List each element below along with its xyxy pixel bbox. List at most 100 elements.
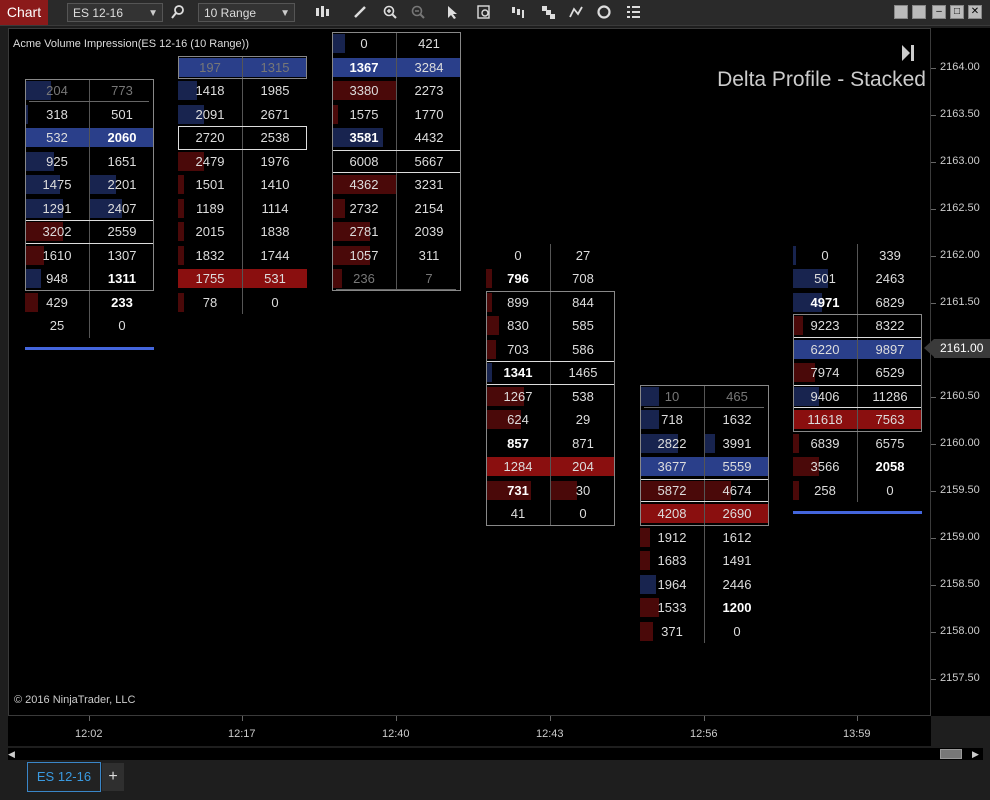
time-tick-label: 12:56 bbox=[690, 728, 718, 740]
ask-volume: 339 bbox=[879, 247, 901, 263]
bid-cell: 1832 bbox=[178, 244, 242, 267]
search-icon[interactable] bbox=[168, 2, 188, 22]
ask-cell: 0 bbox=[243, 291, 307, 314]
close-button[interactable]: ✕ bbox=[968, 5, 982, 19]
point-of-control-box bbox=[178, 126, 307, 150]
window-option-button[interactable] bbox=[912, 5, 926, 19]
bid-volume: 2091 bbox=[195, 106, 225, 122]
bid-cell: 2015 bbox=[178, 220, 242, 243]
refresh-icon[interactable] bbox=[594, 2, 614, 22]
chart-menu-button[interactable]: Chart bbox=[0, 0, 48, 25]
ask-cell: 0 bbox=[858, 479, 922, 502]
price-tick-mark bbox=[931, 114, 936, 116]
scroll-right-arrow-icon[interactable]: ▶ bbox=[972, 748, 982, 760]
price-tick-mark bbox=[931, 537, 936, 539]
price-tick-label: 2163.00 bbox=[940, 154, 980, 167]
bid-volume: 501 bbox=[814, 271, 836, 287]
ask-cell: 1114 bbox=[243, 197, 307, 220]
time-tick-label: 12:40 bbox=[382, 728, 410, 740]
ask-cell: 339 bbox=[858, 244, 922, 267]
bid-volume: 2015 bbox=[195, 224, 225, 240]
bid-cell: 1501 bbox=[178, 173, 242, 196]
price-tick-label: 2157.50 bbox=[940, 671, 980, 684]
ask-volume: 0 bbox=[733, 623, 741, 639]
time-tick-mark bbox=[242, 716, 243, 721]
price-tick-mark bbox=[931, 302, 936, 304]
properties-list-icon[interactable] bbox=[623, 2, 643, 22]
draw-pencil-icon[interactable] bbox=[350, 2, 370, 22]
bid-volume: 0 bbox=[821, 247, 829, 263]
bar-style-icon[interactable] bbox=[312, 2, 332, 22]
ask-cell: 0 bbox=[90, 314, 154, 337]
ask-volume: 6575 bbox=[875, 435, 905, 451]
copyright-text: © 2016 NinjaTrader, LLC bbox=[14, 694, 136, 706]
price-tick-mark bbox=[931, 396, 936, 398]
bid-cell: 1912 bbox=[640, 526, 704, 549]
ask-volume: 2671 bbox=[260, 106, 290, 122]
ask-cell: 6575 bbox=[858, 432, 922, 455]
ask-cell: 6829 bbox=[858, 291, 922, 314]
ask-cell: 1491 bbox=[705, 549, 769, 572]
instrument-selector[interactable]: ES 12-16 ▼ bbox=[67, 3, 163, 22]
bid-cell: 3566 bbox=[793, 455, 857, 478]
zoom-in-icon[interactable] bbox=[380, 2, 400, 22]
zoom-out-icon[interactable] bbox=[408, 2, 428, 22]
ask-cell: 2463 bbox=[858, 267, 922, 290]
bid-cell: 1189 bbox=[178, 197, 242, 220]
pointer-icon[interactable] bbox=[442, 2, 462, 22]
price-tick-mark bbox=[931, 443, 936, 445]
maximize-button[interactable]: □ bbox=[950, 5, 964, 19]
ask-cell: 708 bbox=[551, 267, 615, 290]
price-tick-label: 2158.00 bbox=[940, 624, 980, 637]
stairs-icon[interactable] bbox=[538, 2, 558, 22]
window-option-button[interactable] bbox=[894, 5, 908, 19]
bid-cell: 429 bbox=[25, 291, 89, 314]
price-axis[interactable] bbox=[931, 28, 990, 716]
instrument-value: ES 12-16 bbox=[73, 6, 124, 20]
interval-selector[interactable]: 10 Range ▼ bbox=[198, 3, 295, 22]
ask-cell: 2446 bbox=[705, 573, 769, 596]
ask-volume: 27 bbox=[575, 247, 591, 263]
bar-underline bbox=[793, 511, 922, 515]
bid-volume: 1189 bbox=[196, 200, 224, 216]
scroll-left-arrow-icon[interactable]: ◀ bbox=[8, 748, 18, 760]
bid-cell: 2091 bbox=[178, 103, 242, 126]
interval-value: 10 Range bbox=[204, 6, 257, 20]
ask-cell: 531 bbox=[243, 267, 307, 290]
bid-cell: 1755 bbox=[178, 267, 242, 290]
bid-volume: 1418 bbox=[195, 83, 225, 99]
bid-cell: 371 bbox=[640, 620, 704, 643]
bid-volume: 1912 bbox=[657, 529, 687, 545]
scroll-to-end-icon[interactable] bbox=[900, 42, 916, 64]
ask-volume: 2058 bbox=[875, 459, 905, 475]
scrollbar-thumb[interactable] bbox=[940, 749, 962, 759]
bid-cell: 1533 bbox=[640, 596, 704, 619]
minimize-button[interactable]: – bbox=[932, 5, 946, 19]
time-tick-mark bbox=[857, 716, 858, 721]
bid-volume: 4971 bbox=[810, 294, 840, 310]
tab-es-12-16[interactable]: ES 12-16 bbox=[27, 762, 101, 792]
bid-cell: 1964 bbox=[640, 573, 704, 596]
bar-spacing-icon[interactable] bbox=[508, 2, 528, 22]
ask-volume: 1976 bbox=[260, 153, 290, 169]
ask-volume: 6829 bbox=[875, 294, 905, 310]
price-tick-label: 2163.50 bbox=[940, 107, 980, 120]
ask-volume: 233 bbox=[111, 294, 133, 310]
horizontal-scrollbar[interactable] bbox=[8, 748, 983, 760]
data-box-icon[interactable] bbox=[474, 2, 494, 22]
add-tab-button[interactable]: + bbox=[102, 763, 124, 791]
ask-volume: 2463 bbox=[875, 271, 905, 287]
ask-volume: 531 bbox=[264, 271, 286, 287]
price-marker-arrow bbox=[924, 339, 934, 357]
time-tick-label: 12:43 bbox=[536, 728, 564, 740]
time-tick-label: 13:59 bbox=[843, 728, 871, 740]
ask-volume: 1838 bbox=[260, 224, 290, 240]
bid-cell: 6839 bbox=[793, 432, 857, 455]
price-tick-label: 2162.50 bbox=[940, 201, 980, 214]
ask-cell: 1976 bbox=[243, 150, 307, 173]
ask-cell: 233 bbox=[90, 291, 154, 314]
time-axis[interactable] bbox=[8, 716, 931, 746]
indicators-icon[interactable] bbox=[566, 2, 586, 22]
chevron-down-icon: ▼ bbox=[148, 8, 158, 19]
price-tick-mark bbox=[931, 208, 936, 210]
